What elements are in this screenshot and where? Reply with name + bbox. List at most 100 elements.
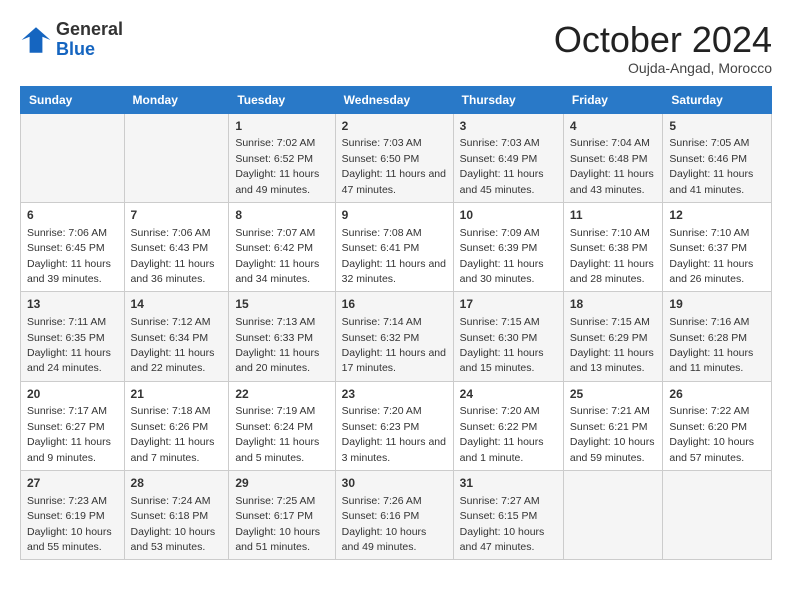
day-cell: 21 Sunrise: 7:18 AM Sunset: 6:26 PM Dayli… [124,381,229,470]
day-info: Sunrise: 7:06 AM Sunset: 6:43 PM Dayligh… [131,227,215,285]
header-friday: Friday [563,86,663,113]
day-info: Sunrise: 7:03 AM Sunset: 6:49 PM Dayligh… [460,137,544,195]
header-wednesday: Wednesday [335,86,453,113]
day-info: Sunrise: 7:25 AM Sunset: 6:17 PM Dayligh… [235,495,320,553]
day-cell [663,471,772,560]
day-cell: 6Sunrise: 7:06 AM Sunset: 6:45 PM Daylig… [21,202,125,291]
day-number: 26 [669,386,765,403]
day-cell: 7 Sunrise: 7:06 AM Sunset: 6:43 PM Daylig… [124,202,229,291]
day-info: Sunrise: 7:24 AM Sunset: 6:18 PM Dayligh… [131,495,216,553]
day-number: 30 [342,475,447,492]
day-number: 13 [27,296,118,313]
day-info: Sunrise: 7:08 AM Sunset: 6:41 PM Dayligh… [342,227,446,285]
day-info: Sunrise: 7:09 AM Sunset: 6:39 PM Dayligh… [460,227,544,285]
day-cell: 25Sunrise: 7:21 AM Sunset: 6:21 PM Dayli… [563,381,663,470]
day-cell: 15 Sunrise: 7:13 AM Sunset: 6:33 PM Dayli… [229,292,335,381]
calendar-header: SundayMondayTuesdayWednesdayThursdayFrid… [21,86,772,113]
day-cell: 17 Sunrise: 7:15 AM Sunset: 6:30 PM Dayli… [453,292,563,381]
logo-icon [20,24,52,56]
day-number: 19 [669,296,765,313]
header-monday: Monday [124,86,229,113]
header-row: SundayMondayTuesdayWednesdayThursdayFrid… [21,86,772,113]
day-cell: 2Sunrise: 7:03 AM Sunset: 6:50 PM Daylig… [335,113,453,202]
day-number: 1 [235,118,328,135]
day-cell: 29Sunrise: 7:25 AM Sunset: 6:17 PM Dayli… [229,471,335,560]
day-info: Sunrise: 7:22 AM Sunset: 6:20 PM Dayligh… [669,405,754,463]
day-cell: 9 Sunrise: 7:08 AM Sunset: 6:41 PM Daylig… [335,202,453,291]
day-info: Sunrise: 7:05 AM Sunset: 6:46 PM Dayligh… [669,137,753,195]
day-info: Sunrise: 7:11 AM Sunset: 6:35 PM Dayligh… [27,316,111,374]
day-number: 31 [460,475,557,492]
month-title: October 2024 [554,20,772,60]
day-info: Sunrise: 7:21 AM Sunset: 6:21 PM Dayligh… [570,405,655,463]
day-info: Sunrise: 7:07 AM Sunset: 6:42 PM Dayligh… [235,227,319,285]
day-info: Sunrise: 7:16 AM Sunset: 6:28 PM Dayligh… [669,316,753,374]
day-info: Sunrise: 7:26 AM Sunset: 6:16 PM Dayligh… [342,495,427,553]
day-number: 12 [669,207,765,224]
day-number: 4 [570,118,657,135]
day-info: Sunrise: 7:20 AM Sunset: 6:22 PM Dayligh… [460,405,544,463]
day-cell: 13 Sunrise: 7:11 AM Sunset: 6:35 PM Dayli… [21,292,125,381]
day-cell: 30 Sunrise: 7:26 AM Sunset: 6:16 PM Dayli… [335,471,453,560]
day-number: 23 [342,386,447,403]
day-cell: 10 Sunrise: 7:09 AM Sunset: 6:39 PM Dayli… [453,202,563,291]
day-info: Sunrise: 7:13 AM Sunset: 6:33 PM Dayligh… [235,316,319,374]
day-number: 2 [342,118,447,135]
page-header: General Blue October 2024 Oujda-Angad, M… [20,20,772,76]
day-cell: 1Sunrise: 7:02 AM Sunset: 6:52 PM Daylig… [229,113,335,202]
day-cell: 14 Sunrise: 7:12 AM Sunset: 6:34 PM Dayli… [124,292,229,381]
day-cell: 8 Sunrise: 7:07 AM Sunset: 6:42 PM Daylig… [229,202,335,291]
day-info: Sunrise: 7:20 AM Sunset: 6:23 PM Dayligh… [342,405,446,463]
day-cell: 12 Sunrise: 7:10 AM Sunset: 6:37 PM Dayli… [663,202,772,291]
day-number: 7 [131,207,223,224]
day-cell: 27Sunrise: 7:23 AM Sunset: 6:19 PM Dayli… [21,471,125,560]
day-number: 18 [570,296,657,313]
day-number: 9 [342,207,447,224]
day-info: Sunrise: 7:04 AM Sunset: 6:48 PM Dayligh… [570,137,654,195]
header-sunday: Sunday [21,86,125,113]
day-cell: 31Sunrise: 7:27 AM Sunset: 6:15 PM Dayli… [453,471,563,560]
header-saturday: Saturday [663,86,772,113]
day-cell: 4 Sunrise: 7:04 AM Sunset: 6:48 PM Daylig… [563,113,663,202]
header-thursday: Thursday [453,86,563,113]
week-row-1: 6Sunrise: 7:06 AM Sunset: 6:45 PM Daylig… [21,202,772,291]
day-info: Sunrise: 7:12 AM Sunset: 6:34 PM Dayligh… [131,316,215,374]
day-cell: 22 Sunrise: 7:19 AM Sunset: 6:24 PM Dayli… [229,381,335,470]
day-number: 17 [460,296,557,313]
day-info: Sunrise: 7:19 AM Sunset: 6:24 PM Dayligh… [235,405,319,463]
logo-text: General Blue [56,20,123,60]
day-number: 27 [27,475,118,492]
day-number: 10 [460,207,557,224]
day-number: 11 [570,207,657,224]
day-number: 24 [460,386,557,403]
day-cell: 19 Sunrise: 7:16 AM Sunset: 6:28 PM Dayli… [663,292,772,381]
week-row-0: 1Sunrise: 7:02 AM Sunset: 6:52 PM Daylig… [21,113,772,202]
day-number: 14 [131,296,223,313]
day-number: 21 [131,386,223,403]
day-info: Sunrise: 7:10 AM Sunset: 6:37 PM Dayligh… [669,227,753,285]
calendar-table: SundayMondayTuesdayWednesdayThursdayFrid… [20,86,772,561]
day-info: Sunrise: 7:15 AM Sunset: 6:29 PM Dayligh… [570,316,654,374]
calendar-body: 1Sunrise: 7:02 AM Sunset: 6:52 PM Daylig… [21,113,772,560]
day-info: Sunrise: 7:15 AM Sunset: 6:30 PM Dayligh… [460,316,544,374]
day-info: Sunrise: 7:10 AM Sunset: 6:38 PM Dayligh… [570,227,654,285]
logo-line2: Blue [56,40,123,60]
day-cell: 28Sunrise: 7:24 AM Sunset: 6:18 PM Dayli… [124,471,229,560]
day-cell: 24 Sunrise: 7:20 AM Sunset: 6:22 PM Dayli… [453,381,563,470]
day-cell: 5 Sunrise: 7:05 AM Sunset: 6:46 PM Daylig… [663,113,772,202]
day-number: 22 [235,386,328,403]
day-number: 8 [235,207,328,224]
day-number: 5 [669,118,765,135]
day-number: 6 [27,207,118,224]
day-cell [563,471,663,560]
day-info: Sunrise: 7:18 AM Sunset: 6:26 PM Dayligh… [131,405,215,463]
day-cell [124,113,229,202]
title-block: October 2024 Oujda-Angad, Morocco [554,20,772,76]
location-subtitle: Oujda-Angad, Morocco [554,60,772,76]
day-number: 20 [27,386,118,403]
day-info: Sunrise: 7:17 AM Sunset: 6:27 PM Dayligh… [27,405,111,463]
week-row-4: 27Sunrise: 7:23 AM Sunset: 6:19 PM Dayli… [21,471,772,560]
header-tuesday: Tuesday [229,86,335,113]
day-number: 15 [235,296,328,313]
logo-line1: General [56,20,123,40]
